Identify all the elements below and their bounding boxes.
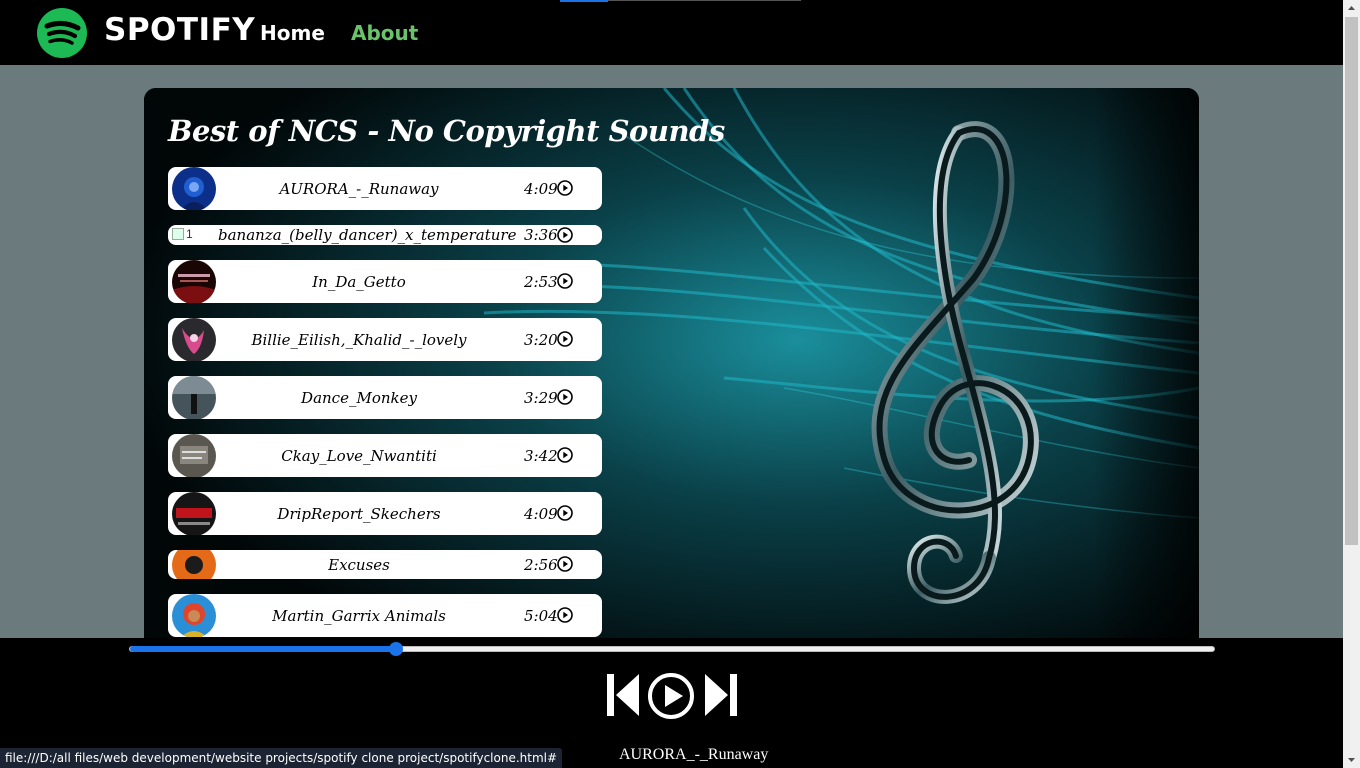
- song-name: DripReport_Skechers: [277, 505, 441, 523]
- song-item[interactable]: AURORA_-_Runaway 4:09: [168, 167, 602, 210]
- play-circle-icon[interactable]: [557, 180, 573, 196]
- song-name: Excuses: [328, 556, 390, 574]
- play-circle-icon[interactable]: [557, 607, 573, 623]
- song-duration: 3:20: [524, 331, 558, 349]
- nav-home-link[interactable]: Home: [260, 21, 325, 45]
- spotify-logo-icon[interactable]: [37, 8, 87, 58]
- song-cover: [172, 318, 216, 361]
- song-duration: 3:42: [524, 447, 558, 465]
- progress-slider[interactable]: [129, 642, 1215, 656]
- song-cover: [172, 434, 216, 477]
- song-cover: [172, 167, 216, 210]
- top-navbar: SPOTIFY Home About: [0, 0, 1343, 65]
- playlist-container: Best of NCS - No Copyright Sounds AURORA…: [144, 88, 1199, 648]
- play-icon[interactable]: [647, 672, 695, 720]
- song-name: Billie_Eilish,_Khalid_-_lovely: [251, 331, 467, 349]
- loading-indicator-track: [608, 0, 801, 1]
- play-circle-icon[interactable]: [557, 447, 573, 463]
- status-bar-url: file:///D:/all files/web development/web…: [0, 748, 563, 768]
- song-item[interactable]: 1 bananza_(belly_dancer)_x_temperature 3…: [168, 225, 602, 245]
- song-item[interactable]: Billie_Eilish,_Khalid_-_lovely 3:20: [168, 318, 602, 361]
- now-playing-title: AURORA_-_Runaway: [619, 746, 769, 763]
- progress-thumb[interactable]: [388, 642, 403, 656]
- song-cover-broken: 1: [172, 227, 196, 241]
- song-duration: 2:53: [524, 273, 558, 291]
- song-item[interactable]: Ckay_Love_Nwantiti 3:42: [168, 434, 602, 477]
- song-item[interactable]: Dance_Monkey 3:29: [168, 376, 602, 419]
- scroll-up-arrow-icon[interactable]: [1343, 0, 1360, 17]
- song-name: bananza_(belly_dancer)_x_temperature: [218, 226, 517, 244]
- broken-image-icon: [172, 228, 184, 240]
- song-item[interactable]: DripReport_Skechers 4:09: [168, 492, 602, 535]
- song-name: Dance_Monkey: [301, 389, 417, 407]
- play-circle-icon[interactable]: [557, 227, 573, 243]
- play-circle-icon[interactable]: [557, 331, 573, 347]
- scroll-down-arrow-icon[interactable]: [1343, 751, 1360, 768]
- scrollbar-thumb[interactable]: [1345, 17, 1358, 545]
- play-circle-icon[interactable]: [557, 505, 573, 521]
- song-cover: [172, 550, 216, 579]
- song-item[interactable]: Excuses 2:56: [168, 550, 602, 579]
- progress-fill: [130, 646, 396, 652]
- song-item[interactable]: Martin_Garrix Animals 5:04: [168, 594, 602, 637]
- play-circle-icon[interactable]: [557, 556, 573, 572]
- play-circle-icon[interactable]: [557, 273, 573, 289]
- song-duration: 3:29: [524, 389, 558, 407]
- song-item[interactable]: In_Da_Getto 2:53: [168, 260, 602, 303]
- song-name: In_Da_Getto: [312, 273, 406, 291]
- loading-indicator: [560, 0, 608, 2]
- song-duration: 4:09: [524, 505, 558, 523]
- song-cover: [172, 492, 216, 535]
- previous-icon[interactable]: [606, 672, 640, 718]
- song-cover-alt: 1: [186, 227, 193, 241]
- page-scrollbar[interactable]: [1343, 0, 1360, 768]
- song-duration: 3:36: [524, 226, 558, 244]
- song-name: AURORA_-_Runaway: [279, 180, 439, 198]
- playlist-title: Best of NCS - No Copyright Sounds: [168, 114, 725, 148]
- song-duration: 4:09: [524, 180, 558, 198]
- song-cover: [172, 260, 216, 303]
- song-cover: [172, 376, 216, 419]
- play-circle-icon[interactable]: [557, 389, 573, 405]
- next-icon[interactable]: [704, 672, 738, 718]
- song-duration: 2:56: [524, 556, 558, 574]
- song-duration: 5:04: [524, 607, 558, 625]
- nav-about-link[interactable]: About: [351, 21, 418, 45]
- song-name: Martin_Garrix Animals: [272, 607, 446, 625]
- brand-name: SPOTIFY: [104, 12, 256, 48]
- song-cover: [172, 594, 216, 637]
- song-name: Ckay_Love_Nwantiti: [281, 447, 437, 465]
